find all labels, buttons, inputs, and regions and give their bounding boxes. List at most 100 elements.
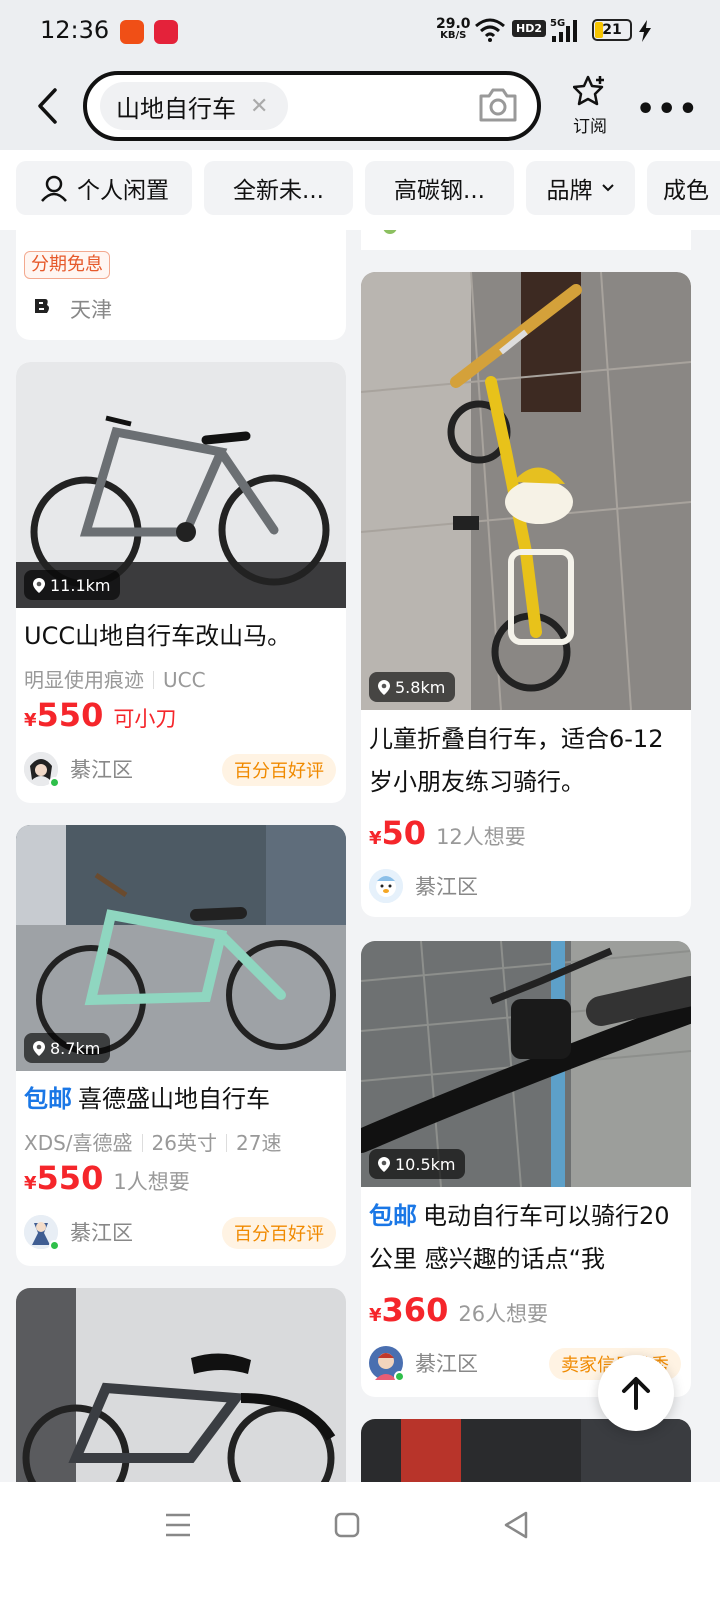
filter-label: 高碳钢... xyxy=(394,178,485,204)
currency-symbol: ¥ xyxy=(369,828,382,849)
product-title: UCC山地自行车改山马。 xyxy=(24,622,292,650)
notification-app-icon xyxy=(120,20,144,44)
bike-brand-logo-icon xyxy=(35,299,49,313)
price-row: ¥ 550 1人想要 xyxy=(24,1159,190,1197)
product-card-ebike[interactable]: 10.5km 包邮 电动自行车可以骑行20公里 感兴趣的话点“我 ¥ 360 26… xyxy=(361,941,691,1397)
currency-symbol: ¥ xyxy=(24,1173,37,1194)
subscribe-label: 订阅 xyxy=(573,117,607,137)
product-card-kids-folding[interactable]: 5.8km 儿童折叠自行车，适合6-12岁小朋友练习骑行。 ¥ 50 12人想要… xyxy=(361,272,691,917)
status-time: 12:36 xyxy=(40,16,110,44)
seller-row: 天津 xyxy=(24,292,112,326)
back-to-top-button[interactable] xyxy=(598,1355,674,1431)
filter-label: 成色 xyxy=(663,178,709,204)
attr-brand: XDS/喜德盛 xyxy=(24,1131,133,1155)
clear-query-icon[interactable]: ✕ xyxy=(250,94,268,119)
seller-location: 天津 xyxy=(70,298,112,322)
filter-high-carbon-steel[interactable]: 高碳钢... xyxy=(365,161,514,215)
want-count: 12人想要 xyxy=(436,825,526,849)
product-card-partial-right[interactable] xyxy=(361,230,691,250)
distance-text: 5.8km xyxy=(395,677,446,697)
rating-badge: 百分百好评 xyxy=(222,754,336,786)
svg-text:5G: 5G xyxy=(550,18,565,29)
more-options-button[interactable]: ••• xyxy=(636,92,700,127)
currency-symbol: ¥ xyxy=(369,1305,382,1326)
product-image[interactable]: 11.1km xyxy=(16,362,346,608)
price-value: 360 xyxy=(381,1291,449,1329)
system-nav-bar xyxy=(0,1482,720,1600)
product-image[interactable]: 8.7km xyxy=(16,825,346,1071)
attr-brand: UCC xyxy=(163,668,206,692)
search-query-text: 山地自行车 xyxy=(116,94,236,123)
price-note: 可小刀 xyxy=(113,707,177,731)
price-value: 50 xyxy=(381,814,427,852)
battery-icon: 21 xyxy=(592,19,632,41)
online-indicator xyxy=(49,1240,60,1251)
distance-badge: 8.7km xyxy=(24,1033,111,1063)
back-arrow-icon xyxy=(38,88,57,124)
seller-row: 綦江区 xyxy=(369,869,478,903)
seller-row: 綦江区 xyxy=(24,752,133,788)
filter-label: 个人闲置 xyxy=(77,178,169,204)
back-button[interactable] xyxy=(30,82,64,130)
avatar-fragment xyxy=(383,230,397,234)
online-indicator xyxy=(49,777,60,788)
distance-badge: 5.8km xyxy=(369,672,456,702)
signal-icon: 5G xyxy=(550,18,577,42)
filter-brand-new[interactable]: 全新未... xyxy=(204,161,353,215)
price-row: ¥ 550 可小刀 xyxy=(24,696,176,734)
price-value: 550 xyxy=(36,1159,104,1197)
currency-symbol: ¥ xyxy=(24,710,37,731)
subscribe-button[interactable]: 订阅 xyxy=(562,74,618,137)
product-title: 包邮 电动自行车可以骑行20公里 感兴趣的话点“我 xyxy=(369,1195,683,1281)
online-indicator xyxy=(394,1371,405,1382)
camera-search-icon[interactable] xyxy=(477,86,519,124)
search-query-chip[interactable]: 山地自行车 ✕ xyxy=(100,82,289,130)
location-pin-icon xyxy=(378,679,390,695)
filter-label: 品牌 xyxy=(546,178,593,204)
wifi-icon xyxy=(475,18,505,42)
arrow-up-icon xyxy=(622,1377,650,1410)
product-title: 儿童折叠自行车，适合6-12岁小朋友练习骑行。 xyxy=(369,725,664,796)
product-image[interactable]: 10.5km xyxy=(361,941,691,1187)
rating-badge: 百分百好评 xyxy=(222,1217,336,1249)
network-speed: 29.0 KB/S xyxy=(436,17,471,42)
seller-row: 綦江区 xyxy=(24,1215,133,1251)
seller-avatar[interactable] xyxy=(369,869,403,903)
seller-avatar[interactable] xyxy=(24,752,60,788)
distance-text: 10.5km xyxy=(395,1154,456,1174)
charging-icon xyxy=(639,20,651,42)
distance-badge: 10.5km xyxy=(369,1149,466,1179)
notification-app-icon-2 xyxy=(154,20,178,44)
duck-avatar-icon xyxy=(369,869,403,903)
product-card-xds[interactable]: 8.7km 包邮 喜德盛山地自行车 XDS/喜德盛 26英寸 27速 ¥ 550 1人… xyxy=(16,825,346,1266)
filter-condition[interactable]: 成色 xyxy=(647,161,720,215)
dark-bike-photo xyxy=(16,1288,346,1482)
menu-nav-icon[interactable] xyxy=(164,1512,192,1538)
filter-brand[interactable]: 品牌 xyxy=(526,161,635,215)
seller-avatar[interactable] xyxy=(369,1346,405,1382)
back-nav-icon[interactable] xyxy=(502,1510,530,1540)
filter-personal-idle[interactable]: 个人闲置 xyxy=(16,161,192,215)
attr-size: 26英寸 xyxy=(151,1131,217,1155)
distance-text: 11.1km xyxy=(50,575,111,595)
location-pin-icon xyxy=(378,1156,390,1172)
attr-speed: 27速 xyxy=(236,1131,282,1155)
subscribe-star-icon xyxy=(572,75,604,106)
location-pin-icon xyxy=(33,577,45,593)
price-row: ¥ 360 26人想要 xyxy=(369,1291,548,1329)
product-attributes: XDS/喜德盛 26英寸 27速 xyxy=(24,1127,281,1156)
location-pin-icon xyxy=(33,1040,45,1056)
product-card-partial-bottom[interactable] xyxy=(16,1288,346,1482)
battery-percent: 21 xyxy=(602,22,622,38)
product-image[interactable]: 5.8km xyxy=(361,272,691,710)
product-title-text: 喜德盛山地自行车 xyxy=(78,1085,270,1113)
seller-avatar[interactable] xyxy=(24,1215,60,1251)
product-card-ucc[interactable]: 11.1km UCC山地自行车改山马。 明显使用痕迹 UCC ¥ 550 可小刀 … xyxy=(16,362,346,803)
kids-bike-photo xyxy=(361,272,691,710)
net-speed-unit: KB/S xyxy=(440,30,467,41)
want-count: 26人想要 xyxy=(458,1302,549,1326)
chevron-down-icon xyxy=(601,184,614,192)
product-card-partial[interactable]: 分期免息 天津 xyxy=(16,230,346,340)
home-nav-icon[interactable] xyxy=(334,1512,360,1538)
seller-location: 綦江区 xyxy=(70,758,133,782)
